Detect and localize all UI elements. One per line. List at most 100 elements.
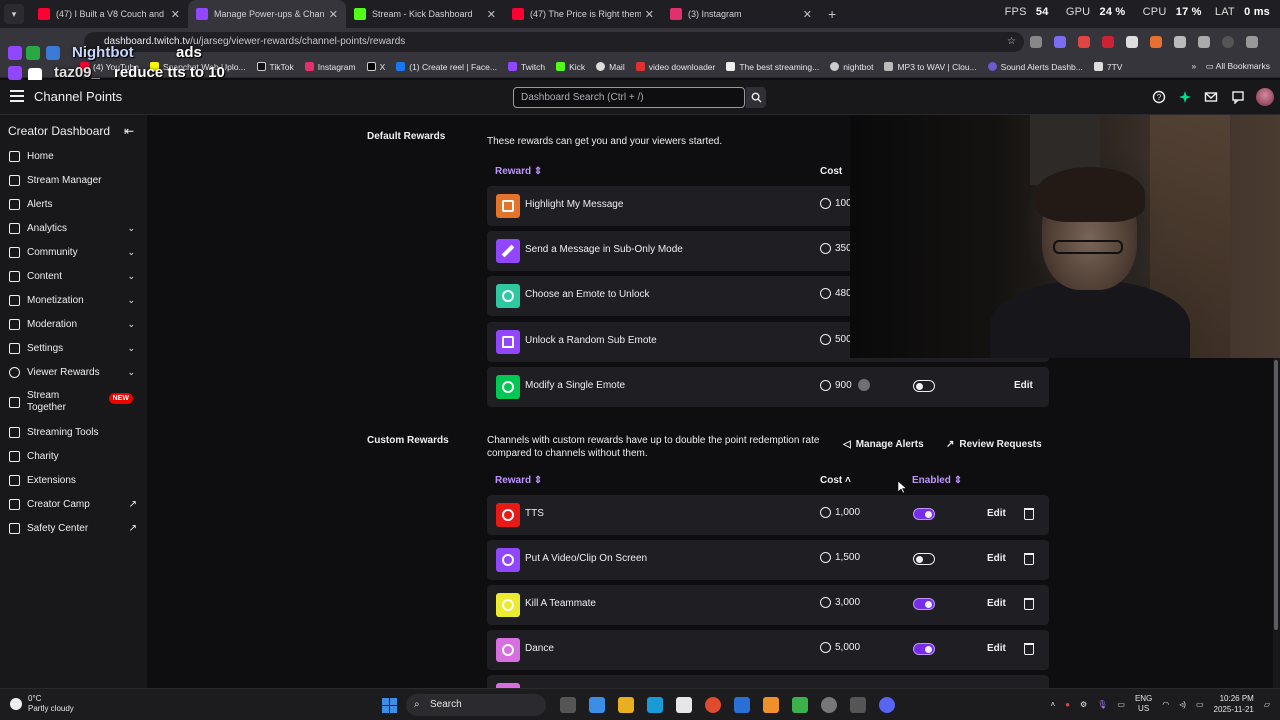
reward-column-header[interactable]: Reward ⇕ [495, 166, 542, 177]
help-icon[interactable]: ? [1152, 90, 1166, 104]
bookmark[interactable]: Twitch [507, 62, 545, 72]
battery-icon[interactable]: ▭ [1196, 700, 1204, 709]
close-tab-icon[interactable]: ✕ [487, 8, 496, 21]
scrollbar-thumb[interactable] [1274, 360, 1278, 630]
file-explorer-icon[interactable] [618, 697, 634, 713]
close-tab-icon[interactable]: ✕ [803, 8, 812, 21]
windows-start-icon[interactable] [382, 698, 397, 713]
weather-widget[interactable]: 0°C Partly cloudy [10, 694, 74, 714]
trash-icon[interactable] [1024, 508, 1034, 520]
copilot-icon[interactable] [589, 697, 605, 713]
sidebar-item-analytics[interactable]: Analytics ⌄ [0, 216, 147, 240]
cost-column-header[interactable]: Cost ˄ [820, 475, 851, 486]
sidebar-item-charity[interactable]: Charity [0, 444, 147, 468]
enabled-toggle[interactable] [913, 380, 935, 392]
sidebar-item-alerts[interactable]: Alerts [0, 192, 147, 216]
reward-column-header[interactable]: Reward ⇕ [495, 475, 542, 486]
notifications-icon[interactable]: ▱ [1264, 700, 1270, 709]
bookmark[interactable]: Kick [556, 62, 585, 72]
edge-icon[interactable] [647, 697, 663, 713]
bookmark[interactable]: Mail [596, 62, 625, 72]
store-icon[interactable] [676, 697, 692, 713]
mail-icon[interactable] [1204, 90, 1218, 104]
enabled-toggle[interactable] [913, 598, 935, 610]
browser-tab-active[interactable]: Manage Power-ups & Channel... ✕ [188, 0, 346, 28]
puzzle-icon[interactable] [1174, 36, 1186, 48]
sidebar-item-creator-camp[interactable]: Creator Camp ↗ [0, 492, 147, 516]
clock[interactable]: 10:26 PM 2025-11-21 [1214, 693, 1254, 715]
sidebar-item-extensions[interactable]: Extensions [0, 468, 147, 492]
language-indicator[interactable]: ENG US [1135, 694, 1152, 714]
sidebar-item-streaming-tools[interactable]: Streaming Tools [0, 420, 147, 444]
cost-column-header[interactable]: Cost [820, 166, 842, 177]
bookmark[interactable]: Sound Alerts Dashb... [987, 62, 1083, 72]
tab-search-menu-icon[interactable]: ▾ [4, 4, 24, 24]
sidebar-item-settings[interactable]: Settings ⌄ [0, 336, 147, 360]
new-tab-icon[interactable]: + [828, 6, 836, 22]
trash-icon[interactable] [1024, 643, 1034, 655]
browser-tab[interactable]: Stream - Kick Dashboard ✕ [346, 0, 504, 28]
enabled-toggle[interactable] [913, 553, 935, 565]
browser-tab[interactable]: (47) The Price is Right theme so... ✕ [504, 0, 662, 28]
sparkle-icon[interactable] [1178, 90, 1192, 104]
edit-button[interactable]: Edit [982, 641, 1011, 656]
sidebar-item-monetization[interactable]: Monetization ⌄ [0, 288, 147, 312]
all-bookmarks[interactable]: » ▭ All Bookmarks [1192, 61, 1270, 72]
reward-row[interactable]: Modify a Single Emote 900 Edit [487, 367, 1049, 407]
bookmark-star-icon[interactable]: ☆ [1007, 32, 1016, 52]
reward-row[interactable]: Kill A Teammate 3,000 Edit [487, 585, 1049, 625]
sidebar-item-content[interactable]: Content ⌄ [0, 264, 147, 288]
tray-app-icon[interactable]: ● [1065, 700, 1070, 709]
search-button[interactable] [746, 87, 766, 108]
trash-icon[interactable] [1024, 553, 1034, 565]
extension-icon[interactable] [1102, 36, 1114, 48]
terminal-icon[interactable] [850, 697, 866, 713]
kebab-menu-icon[interactable] [1246, 36, 1258, 48]
sidebar-item-safety-center[interactable]: Safety Center ↗ [0, 516, 147, 540]
enabled-toggle[interactable] [913, 643, 935, 655]
chevron-up-icon[interactable]: ˄ [1051, 700, 1056, 709]
manage-alerts-button[interactable]: ◁ Manage Alerts [843, 439, 924, 450]
chat-bubble-icon[interactable] [1231, 90, 1245, 104]
sidebar-item-community[interactable]: Community ⌄ [0, 240, 147, 264]
extension-icon[interactable] [1078, 36, 1090, 48]
profile-icon[interactable] [1222, 36, 1234, 48]
taskbar-search[interactable]: ⌕ Search [406, 694, 546, 716]
enabled-toggle[interactable] [913, 508, 935, 520]
mail-icon[interactable] [734, 697, 750, 713]
extension-icon[interactable] [1126, 36, 1138, 48]
chrome-icon[interactable] [705, 697, 721, 713]
edit-button[interactable]: Edit [982, 551, 1011, 566]
reward-row[interactable]: TTS 1,000 Edit [487, 495, 1049, 535]
sidebar-item-viewer-rewards[interactable]: Viewer Rewards ⌄ [0, 360, 147, 384]
collapse-sidebar-icon[interactable]: ⇤ [124, 124, 134, 138]
extension-icon[interactable] [1054, 36, 1066, 48]
edit-button[interactable]: Edit [982, 596, 1011, 611]
bookmark[interactable]: (1) Create reel | Face... [396, 62, 497, 72]
enabled-column-header[interactable]: Enabled ⇕ [912, 475, 962, 486]
task-view-icon[interactable] [560, 697, 576, 713]
dashboard-search-input[interactable]: Dashboard Search (Ctrl + /) [513, 87, 745, 108]
edit-button[interactable]: Edit [1009, 378, 1038, 393]
bookmark[interactable]: Instagram [304, 62, 356, 72]
wifi-icon[interactable]: ◠ [1162, 700, 1169, 709]
info-icon[interactable] [857, 379, 870, 391]
review-requests-button[interactable]: ↗ Review Requests [946, 439, 1042, 450]
extension-icon[interactable] [1030, 36, 1042, 48]
vlc-icon[interactable] [763, 697, 779, 713]
bookmark[interactable]: X [366, 62, 385, 72]
browser-tab[interactable]: (3) Instagram ✕ [662, 0, 820, 28]
hamburger-menu-icon[interactable] [10, 90, 24, 102]
bookmark[interactable]: video downloader [635, 62, 715, 72]
bookmark[interactable]: 7TV [1093, 62, 1122, 72]
trash-icon[interactable] [1024, 598, 1034, 610]
extension-icon[interactable] [1150, 36, 1162, 48]
bookmark[interactable]: nightbot [830, 62, 873, 72]
sidebar-item-stream-manager[interactable]: Stream Manager [0, 168, 147, 192]
sidebar-item-stream-together[interactable]: Stream Together NEW [0, 387, 147, 417]
tray-app-icon[interactable]: ⚙ [1080, 700, 1087, 709]
discord-icon[interactable] [879, 697, 895, 713]
edit-button[interactable]: Edit [982, 506, 1011, 521]
bookmark[interactable]: The best streaming... [726, 62, 819, 72]
bookmark[interactable]: MP3 to WAV | Clou... [884, 62, 977, 72]
